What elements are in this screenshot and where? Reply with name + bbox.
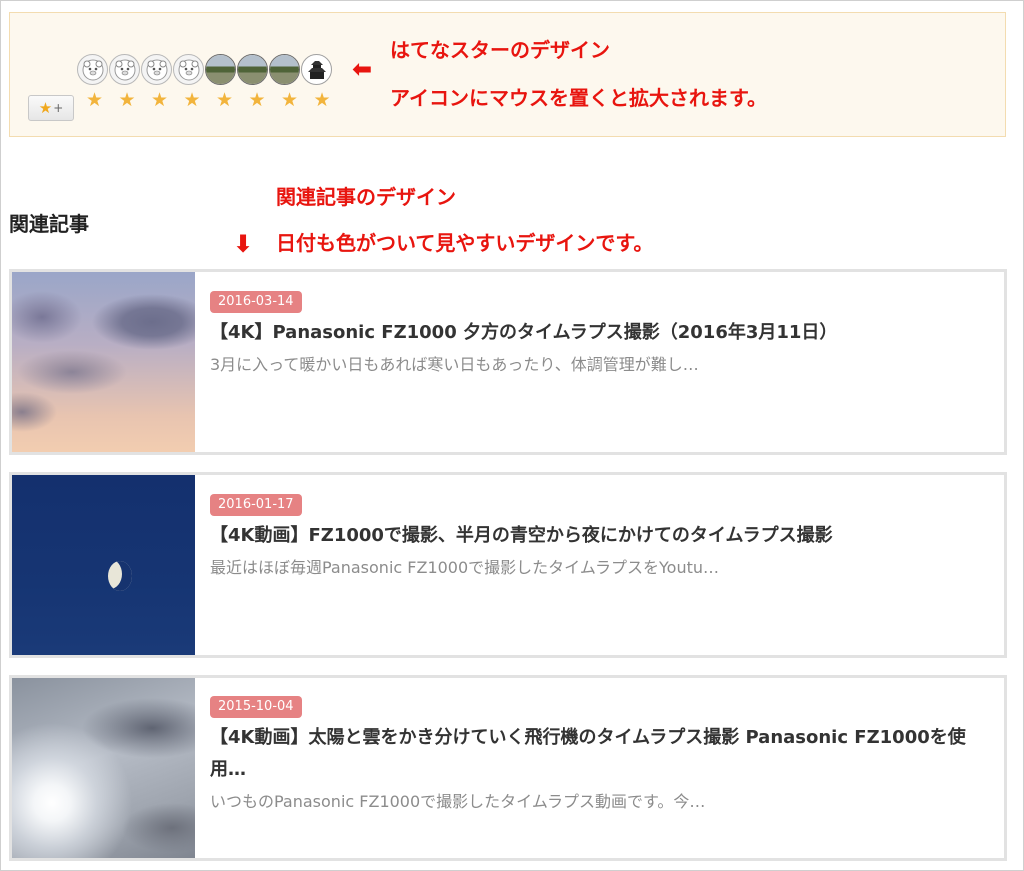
entry-description: いつものPanasonic FZ1000で撮影したタイムラプス動画です。今… [210,792,706,811]
star-icon[interactable]: ★ [183,91,202,110]
hatena-star-box: ★ + ★ ★ ★ ★ ★ ★ ★ ★ [9,12,1006,137]
entry-date-badge: 2016-03-14 [210,291,302,313]
avatar-landscape-icon[interactable] [237,54,268,85]
entry-description: 3月に入って暖かい日もあれば寒い日もあったり、体調管理が難し… [210,355,699,374]
entry-title-link[interactable]: 【4K】Panasonic FZ1000 夕方のタイムラプス撮影（2016年3月… [210,317,992,349]
star-icon[interactable]: ★ [215,91,234,110]
avatar-landscape-icon[interactable] [269,54,300,85]
avatar-bear-icon[interactable] [77,54,108,85]
star-icon[interactable]: ★ [150,91,169,110]
entry-body: 2016-03-14 【4K】Panasonic FZ1000 夕方のタイムラプ… [210,290,992,377]
entry-thumbnail[interactable] [12,272,195,452]
entry-thumbnail[interactable] [12,475,195,655]
star-list: ★ ★ ★ ★ ★ ★ ★ ★ [85,91,332,110]
avatar-bear-icon[interactable] [141,54,172,85]
star-icon[interactable]: ★ [313,91,332,110]
moon-image [108,561,132,591]
star-icon[interactable]: ★ [85,91,104,110]
related-entry-card[interactable]: 2016-03-14 【4K】Panasonic FZ1000 夕方のタイムラプ… [9,269,1007,455]
star-user-avatars [77,54,332,85]
avatar-bear-icon[interactable] [109,54,140,85]
arrow-down-icon: ⬇ [233,230,254,258]
star-icon: ★ [38,99,53,117]
related-entry-card[interactable]: 2015-10-04 【4K動画】太陽と雲をかき分けていく飛行機のタイムラプス撮… [9,675,1007,861]
add-star-plus: + [53,101,64,115]
related-entry-card[interactable]: 2016-01-17 【4K動画】FZ1000で撮影、半月の青空から夜にかけての… [9,472,1007,658]
add-star-button[interactable]: ★ + [28,95,74,121]
arrow-left-icon: ⬅ [352,55,373,83]
star-icon[interactable]: ★ [118,91,137,110]
entry-title-link[interactable]: 【4K動画】太陽と雲をかき分けていく飛行機のタイムラプス撮影 Panasonic… [210,722,992,786]
annotation-related-desc: 日付も色がついて見やすいデザインです。 [276,231,654,255]
entry-date-badge: 2015-10-04 [210,696,302,718]
avatar-landscape-icon[interactable] [205,54,236,85]
avatar-bear-icon[interactable] [173,54,204,85]
star-icon[interactable]: ★ [280,91,299,110]
annotation-related-title: 関連記事のデザイン [276,185,456,209]
entry-body: 2016-01-17 【4K動画】FZ1000で撮影、半月の青空から夜にかけての… [210,493,992,580]
entry-description: 最近はほぼ毎週Panasonic FZ1000で撮影したタイムラプスをYoutu… [210,558,720,577]
annotation-star-title: はてなスターのデザイン [390,38,610,62]
annotation-star-desc: アイコンにマウスを置くと拡大されます。 [390,86,767,110]
entry-body: 2015-10-04 【4K動画】太陽と雲をかき分けていく飛行機のタイムラプス撮… [210,695,992,814]
entry-title-link[interactable]: 【4K動画】FZ1000で撮影、半月の青空から夜にかけてのタイムラプス撮影 [210,520,992,552]
related-heading: 関連記事 [9,212,89,236]
entry-thumbnail[interactable] [12,678,195,858]
star-icon[interactable]: ★ [248,91,267,110]
avatar-castle-icon[interactable] [301,54,332,85]
entry-date-badge: 2016-01-17 [210,494,302,516]
